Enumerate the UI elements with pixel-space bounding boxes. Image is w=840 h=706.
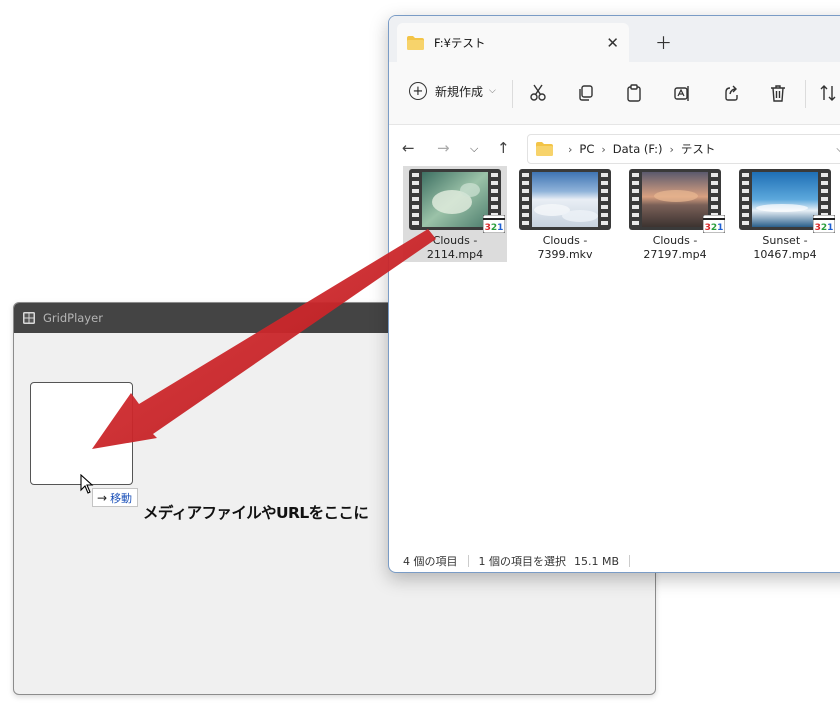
file-item[interactable]: 321 Clouds - 2114.mp4	[403, 166, 507, 262]
file-name: Clouds - 7399.mkv	[537, 234, 593, 261]
explorer-command-bar: + 新規作成 ⌵	[389, 62, 840, 125]
address-bar[interactable]: › PC › Data (F:) › テスト ⌵	[527, 134, 840, 164]
drag-preview-box	[30, 382, 133, 485]
explorer-window: F:¥テスト ✕ ＋ + 新規作成 ⌵ ← → ⌵ ↑ › PC › Data …	[388, 15, 840, 573]
paste-icon[interactable]	[625, 84, 643, 102]
status-bar: 4 個の項目 1 個の項目を選択 15.1 MB	[403, 553, 640, 569]
toolbar-divider	[805, 80, 806, 108]
svg-text:321: 321	[705, 223, 724, 233]
delete-icon[interactable]	[769, 84, 787, 102]
video-thumbnail: 321	[739, 169, 835, 233]
file-grid: 321 Clouds - 2114.mp4 Clouds - 7399.mkv …	[403, 166, 840, 266]
cut-icon[interactable]	[529, 84, 547, 102]
folder-icon	[407, 35, 424, 50]
breadcrumb-folder[interactable]: テスト	[681, 141, 716, 157]
toolbar-divider	[512, 80, 513, 108]
recent-locations-chevron-icon[interactable]: ⌵	[470, 142, 478, 156]
svg-text:321: 321	[485, 223, 504, 233]
status-divider	[629, 555, 631, 567]
gridplayer-title: GridPlayer	[43, 311, 103, 325]
plus-icon: +	[409, 82, 427, 100]
explorer-tab[interactable]: F:¥テスト ✕	[397, 23, 629, 62]
media-player-badge-icon: 321	[813, 215, 835, 233]
mouse-pointer-icon	[80, 474, 94, 494]
status-divider	[467, 555, 469, 567]
breadcrumb-chevron-icon: ›	[669, 142, 674, 156]
folder-icon	[536, 142, 553, 156]
file-item[interactable]: 321 Sunset - 10467.mp4	[733, 166, 837, 262]
drop-zone-message: メディアファイルやURLをここに	[143, 504, 369, 522]
breadcrumb-pc[interactable]: PC	[579, 142, 594, 156]
video-thumbnail: 321	[409, 169, 505, 233]
new-button[interactable]: + 新規作成 ⌵	[409, 82, 496, 100]
drag-move-tooltip: → 移動	[92, 488, 139, 507]
forward-arrow-icon[interactable]: →	[437, 139, 450, 157]
explorer-tab-bar: F:¥テスト ✕ ＋	[389, 16, 840, 62]
address-dropdown-chevron-icon[interactable]: ⌵	[836, 144, 840, 155]
file-item[interactable]: Clouds - 7399.mkv	[513, 166, 617, 262]
back-arrow-icon[interactable]: ←	[402, 139, 415, 157]
file-name: Clouds - 2114.mp4	[426, 234, 484, 261]
media-player-badge-icon: 321	[703, 215, 725, 233]
move-arrow-icon: →	[97, 490, 108, 505]
share-icon[interactable]	[721, 84, 739, 102]
selection-count: 1 個の項目を選択	[478, 555, 567, 568]
video-thumbnail	[519, 169, 611, 230]
tab-title: F:¥テスト	[434, 35, 486, 50]
breadcrumb-chevron-icon: ›	[568, 142, 573, 156]
gridplayer-app-icon	[23, 312, 35, 324]
breadcrumb-drive[interactable]: Data (F:)	[613, 142, 663, 156]
close-tab-icon[interactable]: ✕	[606, 34, 619, 52]
file-name: Clouds - 27197.mp4	[643, 234, 707, 261]
copy-icon[interactable]	[577, 84, 595, 102]
move-label: 移動	[110, 491, 133, 505]
new-tab-icon[interactable]: ＋	[655, 29, 672, 54]
file-item[interactable]: 321 Clouds - 27197.mp4	[623, 166, 727, 262]
rename-icon[interactable]	[673, 84, 691, 102]
sort-icon[interactable]	[819, 84, 837, 102]
media-player-badge-icon: 321	[483, 215, 505, 233]
svg-text:321: 321	[815, 223, 834, 233]
video-thumbnail: 321	[629, 169, 725, 233]
chevron-down-icon: ⌵	[489, 86, 496, 96]
up-arrow-icon[interactable]: ↑	[497, 139, 510, 157]
selection-size: 15.1 MB	[574, 554, 620, 568]
item-count: 4 個の項目	[403, 555, 458, 568]
breadcrumb-chevron-icon: ›	[601, 142, 606, 156]
explorer-navigation-bar: ← → ⌵ ↑ › PC › Data (F:) › テスト ⌵	[389, 125, 840, 171]
file-name: Sunset - 10467.mp4	[753, 234, 817, 261]
new-button-label: 新規作成	[435, 84, 484, 99]
